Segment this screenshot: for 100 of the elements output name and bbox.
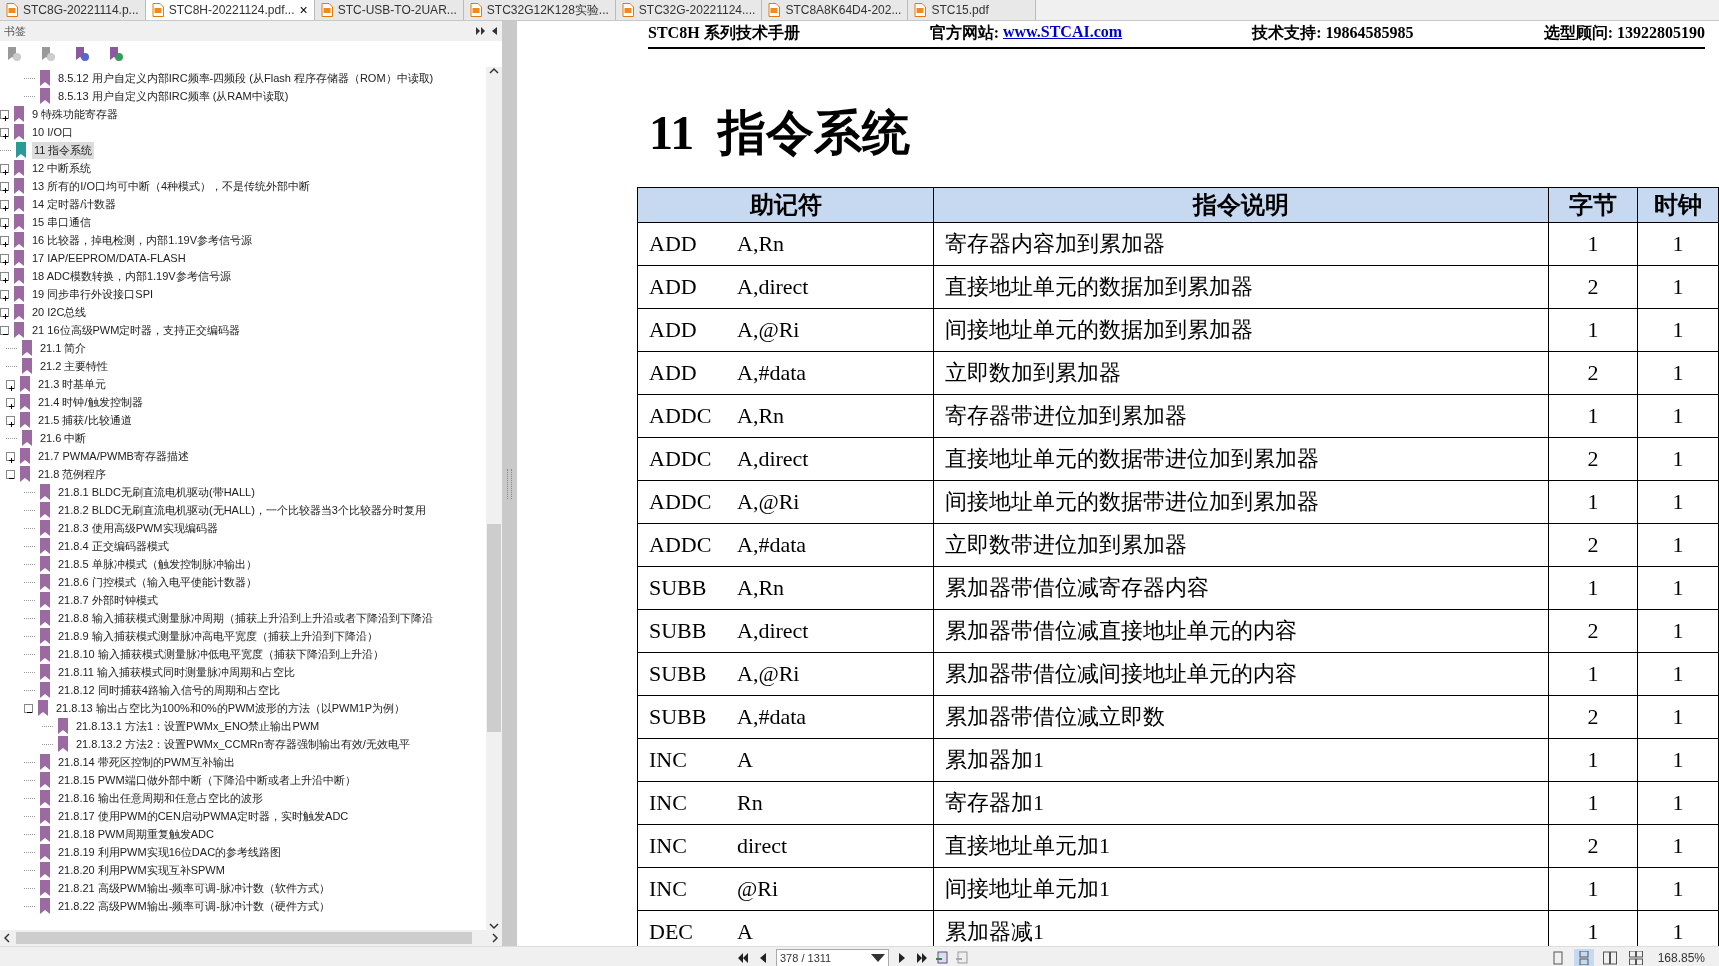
bookmark-item[interactable]: 20 I2C总线 (30, 303, 89, 321)
expand-toggle[interactable] (6, 379, 15, 389)
bookmark-item[interactable]: 9 特殊功能寄存器 (30, 105, 121, 123)
bookmark-item[interactable]: 21.8.11 输入捕获模式同时测量脉冲周期和占空比 (56, 663, 297, 681)
bookmark-item[interactable]: 14 定时器/计数器 (30, 195, 119, 213)
zoom-level[interactable]: 168.85% (1657, 950, 1705, 965)
bookmark-item[interactable]: 15 串口通信 (30, 213, 94, 231)
bookmark-item[interactable]: 13 所有的I/O口均可中断（4种模式），不是传统外部中断 (30, 177, 313, 195)
bookmark-item[interactable]: 21.8.5 单脉冲模式（触发控制脉冲输出） (56, 555, 259, 573)
splitter-handle[interactable] (507, 468, 512, 499)
clock-count: 1 (1637, 652, 1719, 696)
bookmark-tool-icon[interactable] (40, 46, 56, 62)
mnemonic: ADDC (649, 446, 713, 472)
bookmark-item[interactable]: 18 ADC模数转换，内部1.19V参考信号源 (30, 267, 233, 285)
bookmark-item[interactable]: 21.7 PWMA/PWMB寄存器描述 (36, 447, 191, 465)
expand-toggle[interactable] (0, 109, 9, 119)
scroll-up-icon[interactable] (489, 67, 499, 75)
collapse-panel-icon[interactable] (492, 27, 498, 35)
expand-toggle[interactable] (0, 235, 9, 245)
bookmark-item[interactable]: 21.8.20 利用PWM实现互补SPWM (56, 861, 227, 879)
bookmark-item[interactable]: 21.8 范例程序 (36, 465, 109, 483)
last-page-icon[interactable] (915, 950, 929, 965)
page-back-icon[interactable] (935, 950, 949, 965)
bookmark-item[interactable]: 21.8.4 正交编码器模式 (56, 537, 171, 555)
collapse-toggle[interactable] (6, 469, 15, 479)
bookmark-item[interactable]: 21.8.9 输入捕获模式测量脉冲高电平宽度（捕获上升沿到下降沿） (56, 627, 380, 645)
document-tab[interactable]: STC32G12K128实验... (463, 0, 616, 20)
collapse-toggle[interactable] (0, 325, 9, 335)
scroll-down-icon[interactable] (489, 922, 499, 930)
bookmark-item[interactable]: 21.8.18 PWM周期重复触发ADC (56, 825, 216, 843)
bookmark-item[interactable]: 21.6 中断 (38, 429, 89, 447)
scroll-right-icon[interactable] (492, 933, 498, 943)
bookmark-tool-icon[interactable] (108, 46, 124, 62)
bookmark-item[interactable]: 17 IAP/EEPROM/DATA-FLASH (30, 251, 188, 265)
document-tab[interactable]: STC8H-20221124.pdf... × (145, 0, 315, 20)
bookmark-tool-icon[interactable] (6, 46, 22, 62)
bookmark-item[interactable]: 8.5.12 用户自定义内部IRC频率-四频段 (从Flash 程序存储器（ROM）中读取) (56, 69, 436, 87)
expand-toggle[interactable] (0, 307, 9, 317)
expand-toggle[interactable] (0, 199, 9, 209)
bookmark-item[interactable]: 21.8.7 外部时钟模式 (56, 591, 160, 609)
bookmark-item[interactable]: 21.8.13.2 方法2：设置PWMx_CCMRn寄存器强制输出有效/无效电平 (74, 735, 412, 753)
instruction-description: 累加器加1 (933, 738, 1549, 782)
scrollbar-thumb[interactable] (487, 524, 501, 732)
document-tab[interactable]: STC15.pdf (908, 0, 1037, 20)
expand-toggle[interactable] (0, 163, 9, 173)
expand-toggle[interactable] (0, 181, 9, 191)
view-mode-button[interactable] (1573, 948, 1594, 966)
document-tab[interactable]: STC-USB-TO-2UAR... (314, 0, 464, 20)
operand: A,direct (737, 446, 809, 472)
bookmark-item[interactable]: 21.8.22 高级PWM输出-频率可调-脉冲计数（硬件方式） (56, 897, 332, 915)
bookmark-item[interactable]: 12 中断系统 (30, 159, 94, 177)
collapse-toggle[interactable] (24, 703, 33, 713)
bookmark-item[interactable]: 21.8.8 输入捕获模式测量脉冲周期（捕获上升沿到上升沿或者下降沿到下降沿 (56, 609, 435, 627)
document-tab[interactable]: STC8G-20221114.p... (0, 0, 146, 20)
expand-toggle[interactable] (6, 451, 15, 461)
bookmark-item[interactable]: 21.8.3 使用高级PWM实现编码器 (56, 519, 220, 537)
scroll-left-icon[interactable] (4, 933, 10, 943)
bookmark-item[interactable]: 21.4 时钟/触发控制器 (36, 393, 145, 411)
expand-toggle[interactable] (0, 271, 9, 281)
bookmark-item[interactable]: 21.8.17 使用PWM的CEN启动PWMA定时器，实时触发ADC (56, 807, 351, 825)
bookmark-item[interactable]: 11 指令系统 (32, 141, 95, 159)
bookmark-item[interactable]: 21.8.21 高级PWM输出-频率可调-脉冲计数（软件方式） (56, 879, 332, 897)
bookmark-item[interactable]: 21.8.6 门控模式（输入电平使能计数器） (56, 573, 259, 591)
bookmark-item[interactable]: 21.8.1 BLDC无刷直流电机驱动(带HALL) (56, 483, 257, 501)
page-number-field[interactable]: 378 / 1311 (776, 948, 889, 966)
bookmark-item[interactable]: 21.3 时基单元 (36, 375, 109, 393)
expand-toggle[interactable] (6, 397, 15, 407)
mnemonic: ADDC (649, 489, 713, 515)
bookmark-item[interactable]: 21.8.12 同时捕获4路输入信号的周期和占空比 (56, 681, 282, 699)
bookmark-item[interactable]: 21.8.13 输出占空比为100%和0%的PWM波形的方法（以PWM1P为例） (54, 699, 407, 717)
bookmark-item[interactable]: 10 I/O口 (30, 123, 75, 141)
bookmark-item[interactable]: 21 16位高级PWM定时器，支持正交编码器 (30, 321, 243, 339)
expand-toggle[interactable] (0, 289, 9, 299)
bookmark-item[interactable]: 21.8.10 输入捕获模式测量脉冲低电平宽度（捕获下降沿到上升沿） (56, 645, 386, 663)
operand: A,@Ri (737, 317, 800, 343)
column-header: 时钟 (1637, 187, 1719, 223)
bookmark-item[interactable]: 21.8.16 输出任意周期和任意占空比的波形 (56, 789, 265, 807)
bookmark-item[interactable]: 21.5 捕获/比较通道 (36, 411, 134, 429)
close-tab-button[interactable]: × (299, 2, 308, 18)
bookmark-item[interactable]: 21.8.14 带死区控制的PWM互补输出 (56, 753, 237, 771)
website-link[interactable]: www.STCAI.com (1003, 23, 1123, 44)
bookmark-tool-icon[interactable] (74, 46, 90, 62)
expand-toggle[interactable] (0, 253, 9, 263)
mnemonic: INC (649, 790, 688, 816)
expand-toggle[interactable] (0, 127, 9, 137)
bookmark-item[interactable]: 19 同步串行外设接口SPI (30, 285, 156, 303)
bookmark-item[interactable]: 8.5.13 用户自定义内部IRC频率 (从RAM中读取) (56, 87, 291, 105)
expand-toggle[interactable] (6, 415, 15, 425)
bookmark-item[interactable]: 21.8.13.1 方法1：设置PWMx_ENO禁止输出PWM (74, 717, 322, 735)
scrollbar-thumb[interactable] (16, 932, 472, 944)
expand-toggle[interactable] (0, 217, 9, 227)
bookmark-item[interactable]: 21.8.2 BLDC无刷直流电机驱动(无HALL)，一个比较器当3个比较器分时复用 (56, 501, 428, 519)
document-tab[interactable]: STC32G-20221124.... (615, 0, 763, 20)
bookmark-item[interactable]: 16 比较器，掉电检测，内部1.19V参考信号源 (30, 231, 255, 249)
bookmark-item[interactable]: 21.2 主要特性 (38, 357, 111, 375)
bookmark-item[interactable]: 21.1 简介 (38, 339, 89, 357)
document-tab[interactable]: STC8A8K64D4-202... (762, 0, 909, 20)
bookmark-item[interactable]: 21.8.19 利用PWM实现16位DAC的参考线路图 (56, 843, 284, 861)
expand-panel-icon[interactable] (476, 27, 486, 35)
bookmark-item[interactable]: 21.8.15 PWM端口做外部中断（下降沿中断或者上升沿中断） (56, 771, 358, 789)
